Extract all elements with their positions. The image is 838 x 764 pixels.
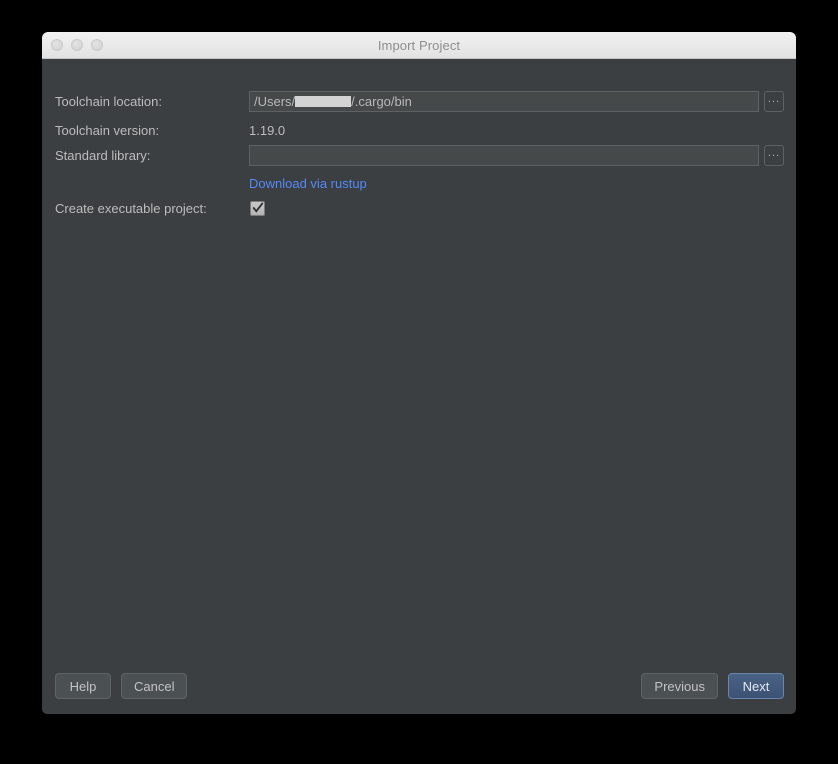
- toolchain-location-browse-button[interactable]: ...: [764, 90, 784, 112]
- create-executable-checkbox[interactable]: [250, 200, 265, 216]
- close-button-icon[interactable]: [51, 39, 63, 51]
- row-toolchain-location: Toolchain location: /Users/ /.cargo/bin .…: [42, 90, 796, 112]
- window-controls: [51, 39, 103, 51]
- footer-left-buttons: Help Cancel: [55, 673, 188, 699]
- toolchain-location-input[interactable]: /Users/ /.cargo/bin: [249, 90, 759, 112]
- toolchain-version-label: Toolchain version:: [55, 122, 160, 138]
- row-standard-library: Standard library: ...: [42, 144, 796, 166]
- help-button[interactable]: Help: [55, 673, 111, 699]
- cancel-button[interactable]: Cancel: [121, 673, 188, 699]
- screen: Import Project Toolchain location: /User…: [0, 0, 838, 764]
- previous-button[interactable]: Previous: [641, 673, 718, 699]
- row-toolchain-version: Toolchain version: 1.19.0: [42, 119, 796, 141]
- row-download-link: Download via rustup: [42, 172, 796, 194]
- next-button[interactable]: Next: [728, 673, 784, 699]
- standard-library-input[interactable]: [249, 144, 759, 166]
- standard-library-label: Standard library:: [55, 147, 151, 163]
- toolchain-location-value: /Users/ /.cargo/bin: [254, 94, 412, 109]
- standard-library-browse-button[interactable]: ...: [764, 144, 784, 166]
- row-create-executable: Create executable project:: [42, 197, 796, 219]
- window-titlebar[interactable]: Import Project: [42, 32, 796, 59]
- window-title: Import Project: [377, 37, 461, 53]
- import-project-window: Import Project Toolchain location: /User…: [42, 32, 796, 714]
- redacted-username: [295, 95, 352, 107]
- footer-right-buttons: Previous Next: [641, 673, 784, 699]
- standard-library-field-group: ...: [249, 144, 784, 166]
- toolchain-location-field-group: /Users/ /.cargo/bin ...: [249, 90, 784, 112]
- toolchain-version-value: 1.19.0: [249, 122, 286, 138]
- path-prefix: /Users/: [254, 93, 296, 109]
- toolchain-location-label: Toolchain location:: [55, 93, 162, 109]
- checkmark-icon: [252, 202, 263, 213]
- zoom-button-icon[interactable]: [91, 39, 103, 51]
- dialog-body: Toolchain location: /Users/ /.cargo/bin .…: [42, 59, 796, 714]
- minimize-button-icon[interactable]: [71, 39, 83, 51]
- create-executable-label: Create executable project:: [55, 200, 207, 216]
- path-suffix: /.cargo/bin: [351, 93, 412, 109]
- download-via-rustup-link[interactable]: Download via rustup: [249, 176, 367, 191]
- dialog-footer: Help Cancel Previous Next: [42, 653, 796, 714]
